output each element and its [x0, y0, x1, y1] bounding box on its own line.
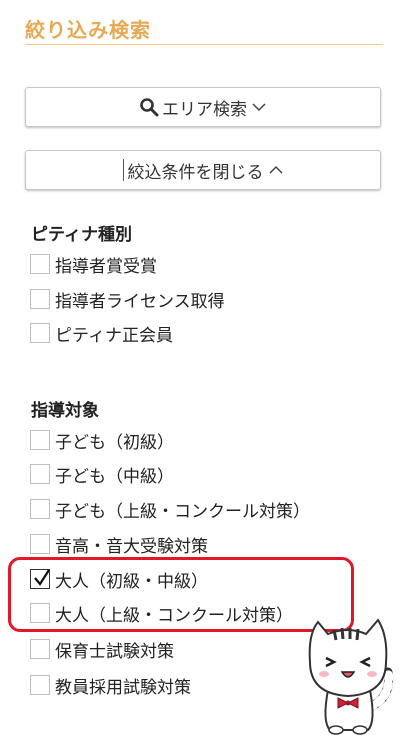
option-label: 子ども（上級・コンクール対策）: [55, 501, 310, 522]
option-label: 教員採用試験対策: [55, 677, 191, 698]
section-heading-pitina-type: ピティナ種別: [31, 225, 132, 245]
checkbox[interactable]: [30, 499, 50, 519]
option-label: 保育士試験対策: [55, 641, 174, 662]
option-label: ピティナ正会員: [55, 325, 173, 346]
checkbox[interactable]: [30, 534, 50, 554]
option-instructor-award[interactable]: 指導者賞受賞: [30, 252, 157, 277]
option-child-intermediate[interactable]: 子ども（中級）: [30, 462, 174, 487]
area-search-button[interactable]: エリア検索: [25, 87, 381, 127]
option-label: 指導者ライセンス取得: [55, 291, 225, 312]
option-instructor-license[interactable]: 指導者ライセンス取得: [30, 287, 225, 312]
option-music-exam[interactable]: 音高・音大受験対策: [30, 532, 208, 557]
option-label: 子ども（中級）: [55, 466, 174, 487]
checkbox[interactable]: [30, 639, 50, 659]
option-childcare-exam[interactable]: 保育士試験対策: [30, 637, 174, 662]
close-filter-button[interactable]: 絞込条件を閉じる: [25, 150, 381, 190]
filter-title: 絞り込み検索: [25, 18, 151, 42]
option-label: 子ども（初級）: [55, 432, 174, 453]
checkbox[interactable]: [30, 323, 50, 343]
close-filter-label: 絞込条件を閉じる: [127, 162, 264, 183]
option-label: 音高・音大受験対策: [55, 536, 208, 557]
text-cursor: [122, 159, 124, 181]
chevron-down-icon: [251, 99, 267, 115]
cat-mascot-icon: [300, 612, 398, 740]
chevron-up-icon: [268, 162, 284, 178]
option-child-advanced[interactable]: 子ども（上級・コンクール対策）: [30, 497, 310, 522]
option-child-beginner[interactable]: 子ども（初級）: [30, 428, 174, 453]
option-teacher-exam[interactable]: 教員採用試験対策: [30, 673, 191, 698]
option-pitina-member[interactable]: ピティナ正会員: [30, 321, 173, 346]
checkbox[interactable]: [30, 464, 50, 484]
section-heading-target: 指導対象: [31, 401, 99, 421]
option-label: 指導者賞受賞: [55, 256, 157, 277]
title-divider: [25, 44, 383, 45]
search-icon: [139, 97, 159, 117]
checkbox[interactable]: [30, 675, 50, 695]
area-search-label: エリア検索: [162, 99, 247, 120]
checkbox[interactable]: [30, 254, 50, 274]
checkbox[interactable]: [30, 430, 50, 450]
checkbox[interactable]: [30, 289, 50, 309]
